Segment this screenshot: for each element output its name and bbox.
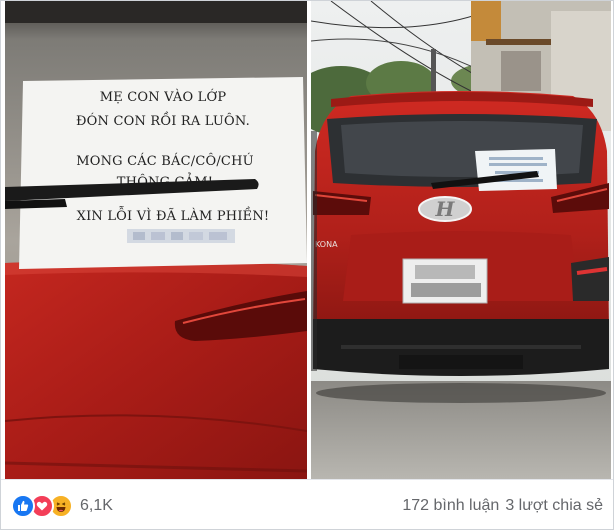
reaction-count[interactable]: 6,1K — [80, 497, 113, 515]
svg-text:H: H — [435, 197, 456, 221]
note-line-2: ĐÓN CON RỒI RA LUÔN. — [76, 111, 250, 129]
model-badge: KONA — [315, 240, 338, 249]
photo-grid: MẸ CON VÀO LỚP ĐÓN CON RỒI RA LUÔN. MONG… — [5, 1, 611, 479]
note-line-5: XIN LỖI VÌ ĐÃ LÀM PHIỀN! — [77, 206, 270, 224]
hyundai-logo: H — [418, 196, 472, 222]
reactions-summary[interactable]: 6,1K — [11, 493, 113, 518]
comment-count-link[interactable]: 172 bình luận — [402, 497, 499, 515]
blurred-phone-number — [127, 229, 235, 243]
license-plate-blurred — [402, 258, 488, 304]
like-icon — [11, 493, 35, 518]
paper-note: MẸ CON VÀO LỚP ĐÓN CON RỒI RA LUÔN. MONG… — [19, 77, 307, 269]
share-count-link[interactable]: 3 lượt chia sẻ — [505, 497, 603, 515]
post-footer: 6,1K 172 bình luận 3 lượt chia sẻ — [1, 479, 613, 531]
note-line-3: MONG CÁC BÁC/CÔ/CHÚ — [76, 152, 254, 169]
facebook-post: MẸ CON VÀO LỚP ĐÓN CON RỒI RA LUÔN. MONG… — [0, 0, 614, 530]
photo-note-closeup[interactable]: MẸ CON VÀO LỚP ĐÓN CON RỒI RA LUÔN. MONG… — [5, 1, 307, 479]
photo-car-rear[interactable]: H KONA — [311, 1, 611, 479]
note-line-1: MẸ CON VÀO LỚP — [100, 88, 227, 105]
